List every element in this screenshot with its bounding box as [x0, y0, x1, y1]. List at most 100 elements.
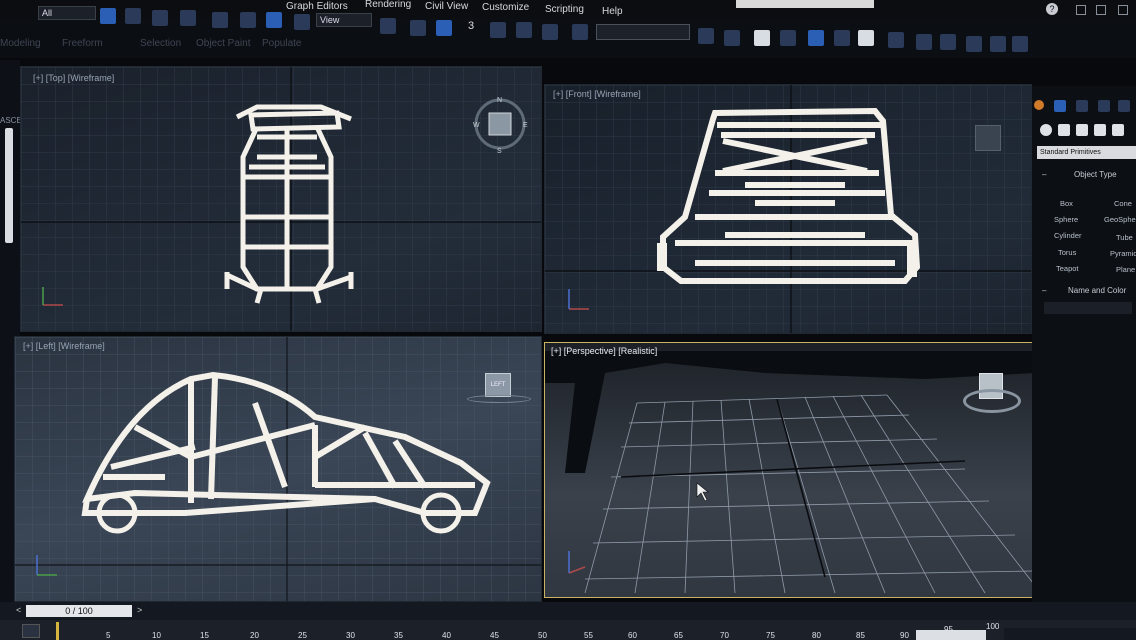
schematic-view-icon[interactable]	[834, 30, 850, 46]
hierarchy-tab-icon[interactable]	[1076, 100, 1088, 112]
minimize-icon[interactable]	[1076, 5, 1086, 15]
material-editor-icon[interactable]	[858, 30, 874, 46]
helpers-icon[interactable]	[1112, 124, 1124, 136]
named-selection-field[interactable]	[596, 24, 690, 40]
primitive-type-dropdown[interactable]: Standard Primitives	[1037, 146, 1136, 159]
tab-freeform[interactable]: Freeform	[62, 38, 103, 49]
rotate-icon[interactable]	[240, 12, 256, 28]
teapot-button[interactable]: Teapot	[1056, 264, 1079, 273]
menu-help[interactable]: Help	[602, 6, 623, 17]
window-crossing-icon[interactable]	[180, 10, 196, 26]
name-color-title[interactable]: Name and Color	[1068, 286, 1126, 295]
tab-populate[interactable]: Populate	[262, 38, 301, 49]
viewcube-perspective-ring[interactable]	[963, 389, 1021, 413]
reference-coordinate-dropdown[interactable]: View	[316, 13, 372, 27]
pyramid-button[interactable]: Pyramid	[1110, 249, 1136, 258]
menu-civil-view[interactable]: Civil View	[425, 1, 468, 12]
maximize-icon[interactable]	[1096, 5, 1106, 15]
display-tab-icon[interactable]	[1118, 100, 1130, 112]
grid-perspective	[545, 351, 1033, 594]
lights-icon[interactable]	[1076, 124, 1088, 136]
axis-gizmo-left	[36, 555, 57, 576]
spinner-snap-icon[interactable]	[542, 24, 558, 40]
mirror-icon[interactable]	[698, 28, 714, 44]
edit-named-selection-icon[interactable]	[572, 24, 588, 40]
close-icon[interactable]	[1118, 5, 1128, 15]
object-type-title[interactable]: Object Type	[1074, 170, 1117, 179]
grid-top	[21, 67, 541, 331]
time-slider[interactable]: 0 / 100	[26, 605, 132, 617]
cameras-icon[interactable]	[1094, 124, 1106, 136]
render-setup-icon[interactable]	[888, 32, 904, 48]
viewport-front[interactable]: [+] [Front] [Wireframe]	[544, 84, 1032, 334]
region-select-icon[interactable]	[152, 10, 168, 26]
viewport-perspective[interactable]: [+] [Perspective] [Realistic]	[544, 342, 1034, 598]
tube-button[interactable]: Tube	[1116, 233, 1133, 242]
viewcube-top[interactable]: N W E S	[469, 93, 531, 155]
track-tick: 15	[200, 631, 209, 640]
plane-button[interactable]: Plane	[1116, 265, 1135, 274]
status-field[interactable]	[916, 630, 986, 640]
menu-scripting[interactable]: Scripting	[545, 4, 584, 15]
modify-tab-icon[interactable]	[1054, 100, 1066, 112]
tab-selection[interactable]: Selection	[140, 38, 181, 49]
time-prev-icon[interactable]: <	[16, 605, 21, 615]
align-icon[interactable]	[724, 30, 740, 46]
sphere-button[interactable]: Sphere	[1054, 215, 1078, 224]
viewport-perspective-label[interactable]: [+] [Perspective] [Realistic]	[551, 346, 657, 356]
track-tick: 25	[298, 631, 307, 640]
torus-button[interactable]: Torus	[1058, 248, 1076, 257]
keyboard-shortcut-icon[interactable]	[436, 20, 452, 36]
box-button[interactable]: Box	[1060, 199, 1073, 208]
viewport-front-label[interactable]: [+] [Front] [Wireframe]	[553, 89, 641, 99]
move-icon[interactable]	[212, 12, 228, 28]
selection-filter-dropdown[interactable]: All	[38, 6, 96, 20]
snap-toggle-icon[interactable]: 3	[468, 20, 474, 32]
select-by-name-icon[interactable]	[125, 8, 141, 24]
tab-object-paint[interactable]: Object Paint	[196, 38, 250, 49]
viewcube-left[interactable]: LEFT	[485, 373, 511, 397]
geosphere-button[interactable]: GeoSphere	[1104, 215, 1136, 224]
menu-customize[interactable]: Customize	[482, 2, 529, 13]
rendered-frame-icon[interactable]	[916, 34, 932, 50]
mini-curve-editor-icon[interactable]	[22, 624, 40, 638]
shapes-icon[interactable]	[1058, 124, 1070, 136]
a360-gallery-icon[interactable]	[1012, 36, 1028, 52]
time-next-icon[interactable]: >	[137, 605, 142, 615]
percent-snap-icon[interactable]	[516, 22, 532, 38]
cylinder-button[interactable]: Cylinder	[1054, 231, 1082, 240]
select-manipulate-icon[interactable]	[410, 20, 426, 36]
axis-gizmo-perspective	[568, 551, 586, 574]
menu-bar: Graph Editors Rendering Civil View Custo…	[0, 0, 1136, 18]
toggle-ribbon-icon[interactable]	[780, 30, 796, 46]
select-place-icon[interactable]	[294, 14, 310, 30]
render-iterative-icon[interactable]	[966, 36, 982, 52]
cone-button[interactable]: Cone	[1114, 199, 1132, 208]
angle-snap-icon[interactable]	[490, 22, 506, 38]
viewport-top-label[interactable]: [+] [Top] [Wireframe]	[33, 73, 114, 83]
select-object-icon[interactable]	[100, 8, 116, 24]
help-icon[interactable]: ?	[1046, 3, 1058, 15]
axis-gizmo-front	[568, 289, 589, 310]
scale-icon[interactable]	[266, 12, 282, 28]
layer-explorer-icon[interactable]	[754, 30, 770, 46]
render-cloud-icon[interactable]	[990, 36, 1006, 52]
geometry-icon[interactable]	[1040, 124, 1052, 136]
menu-graph-editors[interactable]: Graph Editors	[286, 1, 348, 12]
viewcube-front[interactable]	[975, 125, 1001, 151]
viewcube-left-ring[interactable]	[467, 395, 531, 403]
viewport-top[interactable]: [+] [Top] [Wireframe] N W E S	[20, 66, 542, 332]
menu-rendering[interactable]: Rendering	[365, 0, 411, 10]
curve-editor-icon[interactable]	[808, 30, 824, 46]
object-type-collapse[interactable]: –	[1042, 170, 1046, 179]
motion-tab-icon[interactable]	[1098, 100, 1110, 112]
explorer-scrollbar[interactable]	[5, 128, 13, 243]
object-name-field[interactable]	[1044, 302, 1132, 314]
pivot-center-icon[interactable]	[380, 18, 396, 34]
viewport-left[interactable]: [+] [Left] [Wireframe] LEFT	[14, 336, 542, 602]
render-production-icon[interactable]	[940, 34, 956, 50]
viewport-left-label[interactable]: [+] [Left] [Wireframe]	[23, 341, 105, 351]
name-color-collapse[interactable]: –	[1042, 286, 1046, 295]
create-tab-icon[interactable]	[1034, 100, 1044, 110]
tab-modeling[interactable]: Modeling	[0, 38, 41, 49]
